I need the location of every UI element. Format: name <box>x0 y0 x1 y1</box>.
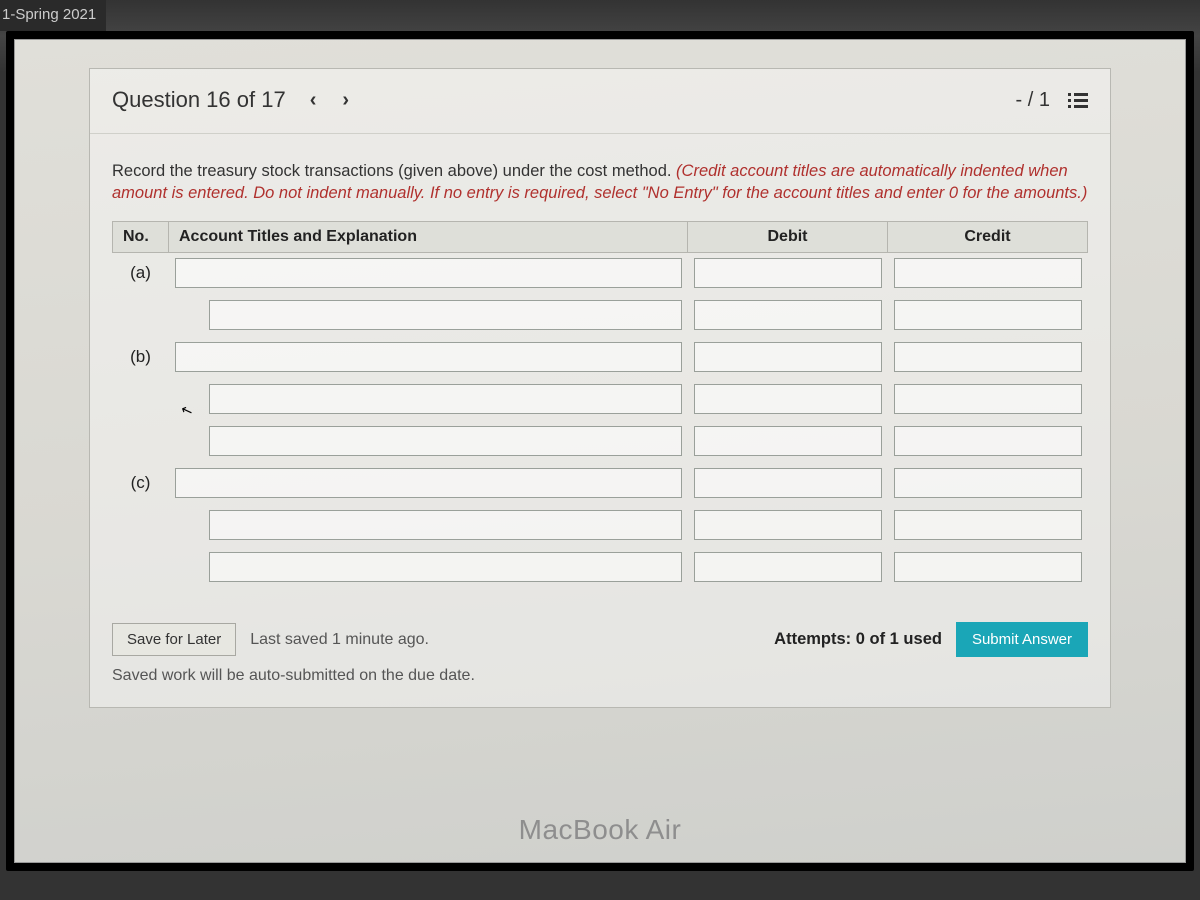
row-number: (b) <box>113 336 169 378</box>
debit-input[interactable] <box>694 468 882 498</box>
account-title-input[interactable] <box>209 384 682 414</box>
screen: Question 16 of 17 ‹ › - / 1 <box>14 39 1186 863</box>
debit-input[interactable] <box>694 342 882 372</box>
debit-input[interactable] <box>694 510 882 540</box>
score-indicator: - / 1 <box>1016 89 1050 112</box>
table-row: (a) <box>113 252 1088 294</box>
row-number <box>113 378 169 420</box>
submit-answer-button[interactable]: Submit Answer <box>956 622 1088 657</box>
screen-bezel: Question 16 of 17 ‹ › - / 1 <box>6 31 1194 871</box>
autosave-note: Saved work will be auto-submitted on the… <box>112 667 1088 685</box>
row-number: (c) <box>113 462 169 504</box>
credit-input[interactable] <box>894 300 1082 330</box>
footer-row: Save for Later Last saved 1 minute ago. … <box>112 622 1088 657</box>
credit-input[interactable] <box>894 510 1082 540</box>
debit-input[interactable] <box>694 426 882 456</box>
account-title-input[interactable] <box>175 468 682 498</box>
browser-tab-title: 1-Spring 2021 <box>0 0 106 31</box>
credit-input[interactable] <box>894 342 1082 372</box>
last-saved-text: Last saved 1 minute ago. <box>250 631 429 649</box>
table-row <box>113 504 1088 546</box>
row-number <box>113 294 169 336</box>
col-header-credit: Credit <box>888 221 1088 252</box>
table-row <box>113 546 1088 588</box>
attempts-text: Attempts: 0 of 1 used <box>774 630 942 649</box>
table-row <box>113 378 1088 420</box>
account-title-input[interactable] <box>209 552 682 582</box>
row-number <box>113 546 169 588</box>
col-header-debit: Debit <box>688 221 888 252</box>
prev-question-button[interactable]: ‹ <box>310 89 317 112</box>
account-title-input[interactable] <box>209 300 682 330</box>
table-row: (c) <box>113 462 1088 504</box>
account-title-input[interactable] <box>175 258 682 288</box>
next-question-button[interactable]: › <box>342 89 349 112</box>
row-number <box>113 504 169 546</box>
account-title-input[interactable] <box>209 426 682 456</box>
question-header: Question 16 of 17 ‹ › - / 1 <box>90 69 1110 134</box>
device-label: MacBook Air <box>519 814 682 846</box>
question-instructions: Record the treasury stock transactions (… <box>112 160 1088 205</box>
credit-input[interactable] <box>894 258 1082 288</box>
credit-input[interactable] <box>894 426 1082 456</box>
question-list-icon[interactable] <box>1068 93 1088 108</box>
debit-input[interactable] <box>694 552 882 582</box>
account-title-input[interactable] <box>175 342 682 372</box>
col-header-no: No. <box>113 221 169 252</box>
debit-input[interactable] <box>694 258 882 288</box>
table-row: (b) <box>113 336 1088 378</box>
credit-input[interactable] <box>894 468 1082 498</box>
debit-input[interactable] <box>694 384 882 414</box>
credit-input[interactable] <box>894 384 1082 414</box>
row-number <box>113 420 169 462</box>
account-title-input[interactable] <box>209 510 682 540</box>
row-number: (a) <box>113 252 169 294</box>
table-row <box>113 294 1088 336</box>
debit-input[interactable] <box>694 300 882 330</box>
table-row <box>113 420 1088 462</box>
col-header-account: Account Titles and Explanation <box>169 221 688 252</box>
question-card: Question 16 of 17 ‹ › - / 1 <box>89 68 1111 708</box>
credit-input[interactable] <box>894 552 1082 582</box>
journal-entry-table: No. Account Titles and Explanation Debit… <box>112 221 1088 589</box>
instructions-plain: Record the treasury stock transactions (… <box>112 162 676 180</box>
question-counter: Question 16 of 17 <box>112 87 286 113</box>
save-for-later-button[interactable]: Save for Later <box>112 623 236 656</box>
